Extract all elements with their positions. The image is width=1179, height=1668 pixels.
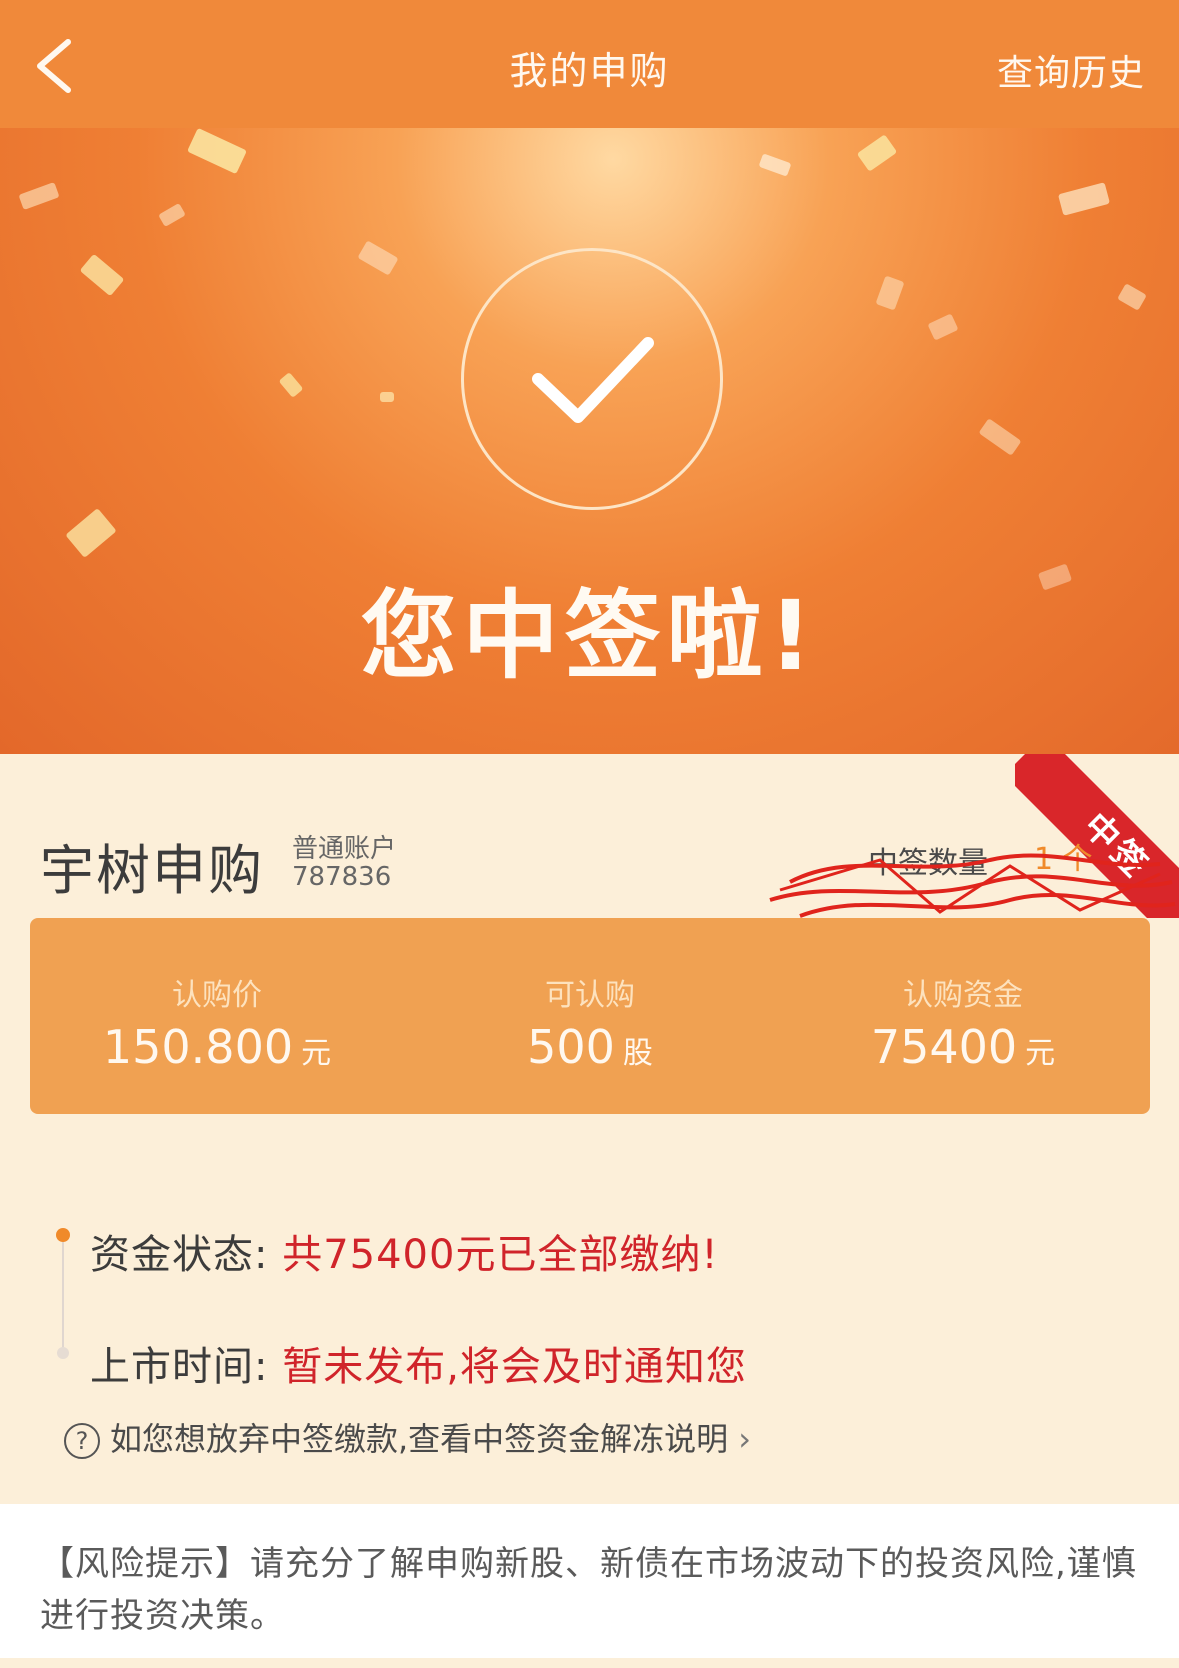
risk-notice-text: 【风险提示】请充分了解申购新股、新债在市场波动下的投资风险,谨慎进行投资决策。 <box>40 1544 1137 1636</box>
hero-title: 您中签啦! <box>360 580 819 692</box>
confetti-decoration <box>187 128 247 175</box>
hero-banner: 您中签啦! <box>0 128 1179 754</box>
redaction-scribble <box>769 853 1176 918</box>
subscription-card: 认购价 150.800 元 可认购 500 股 认购资金 75400 元 <box>30 918 1150 1114</box>
confetti-decoration <box>158 202 186 228</box>
confetti-decoration <box>856 134 898 172</box>
confetti-decoration <box>79 253 125 297</box>
listing-time-label: 上市时间: <box>90 1344 269 1390</box>
fund-unit: 元 <box>1025 1036 1056 1071</box>
timeline-line <box>62 1236 64 1354</box>
question-circle-icon: ? <box>64 1423 100 1459</box>
unfreeze-help-text: 如您想放弃中签缴款,查看中签资金解冻说明 <box>110 1420 729 1458</box>
price-value-row: 150.800 元 <box>30 1020 404 1074</box>
confetti-decoration <box>927 313 959 341</box>
fund-status-label: 资金状态: <box>90 1232 269 1278</box>
confetti-decoration <box>758 153 792 177</box>
success-check-icon <box>461 248 723 510</box>
price-column: 认购价 150.800 元 <box>30 918 404 1114</box>
fund-value-row: 75400 元 <box>776 1020 1150 1074</box>
fund-value: 75400 <box>870 1020 1018 1074</box>
price-value: 150.800 <box>102 1020 294 1074</box>
quantity-value-row: 500 股 <box>403 1020 777 1074</box>
confetti-decoration <box>875 275 905 311</box>
confetti-decoration <box>978 418 1022 456</box>
quantity-column: 可认购 500 股 <box>403 918 777 1114</box>
confetti-decoration <box>18 181 60 211</box>
risk-notice: 【风险提示】请充分了解申购新股、新债在市场波动下的投资风险,谨慎进行投资决策。 <box>0 1504 1179 1658</box>
listing-time-value: 暂未发布,将会及时通知您 <box>282 1344 747 1390</box>
chevron-right-icon: › <box>738 1420 751 1458</box>
quantity-unit: 股 <box>622 1036 653 1071</box>
confetti-decoration <box>278 372 304 398</box>
confetti-decoration <box>357 240 399 276</box>
confetti-decoration <box>380 392 394 402</box>
confetti-decoration <box>1057 182 1111 216</box>
listing-time-row: 上市时间: 暂未发布,将会及时通知您 <box>90 1334 747 1392</box>
quantity-label: 可认购 <box>545 978 635 1013</box>
account-type: 普通账户 <box>292 834 397 864</box>
account-number: 787836 <box>292 862 392 892</box>
confetti-decoration <box>65 508 117 558</box>
timeline-dot-inactive <box>57 1347 69 1359</box>
price-label: 认购价 <box>172 978 262 1013</box>
price-unit: 元 <box>301 1036 332 1071</box>
stock-name: 宇树申购 <box>40 839 264 902</box>
fund-status-row: 资金状态: 共75400元已全部缴纳! <box>90 1222 718 1280</box>
fund-status-value: 共75400元已全部缴纳! <box>282 1232 719 1278</box>
quantity-value: 500 <box>527 1020 615 1074</box>
nav-bar: 我的申购 查询历史 <box>0 0 1179 128</box>
unfreeze-help-link[interactable]: ? 如您想放弃中签缴款,查看中签资金解冻说明 › <box>64 1414 751 1460</box>
timeline-dot-active <box>56 1228 70 1242</box>
confetti-decoration <box>1117 283 1147 311</box>
fund-column: 认购资金 75400 元 <box>776 918 1150 1114</box>
fund-label: 认购资金 <box>903 978 1023 1013</box>
query-history-link[interactable]: 查询历史 <box>997 44 1145 96</box>
